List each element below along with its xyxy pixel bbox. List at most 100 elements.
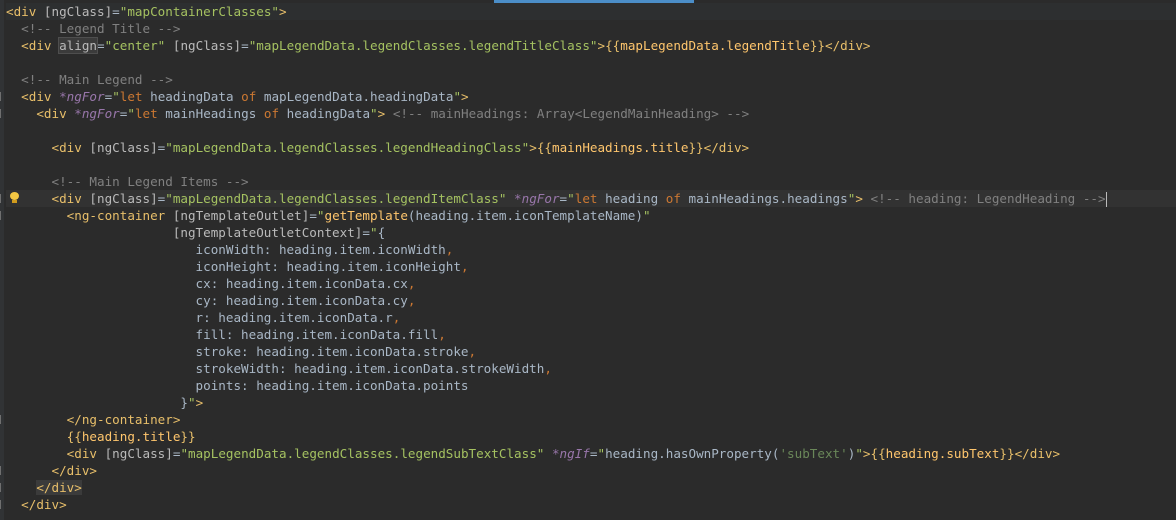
fold-marker-icon[interactable] (0, 415, 6, 425)
code-token: {{ (605, 38, 621, 53)
code-line[interactable]: [ngTemplateOutletContext]="{ (6, 224, 1176, 241)
code-token: , (407, 276, 416, 291)
code-line[interactable]: points: heading.item.iconData.points (6, 377, 1176, 394)
code-token: align (58, 37, 99, 54)
code-line[interactable]: {{heading.title}} (6, 428, 1176, 445)
code-line[interactable]: stroke: heading.item.iconData.stroke, (6, 343, 1176, 360)
code-token: *ngFor (59, 89, 105, 104)
code-token: heading.subText (885, 446, 1000, 461)
code-line[interactable]: <div [ngClass]="mapLegendData.legendClas… (6, 190, 1176, 207)
code-token: " (187, 395, 196, 410)
code-token: mainHeadings (165, 106, 264, 121)
code-line[interactable]: r: heading.item.iconData.r, (6, 309, 1176, 326)
code-token: <ng-container (66, 208, 173, 223)
code-token: , (544, 361, 552, 376)
code-token: cx: heading.item.iconData.cx (6, 276, 408, 291)
code-line[interactable]: </div> (6, 496, 1176, 513)
code-token: " (369, 225, 378, 240)
fold-marker-icon[interactable] (0, 194, 6, 204)
code-token: , (392, 310, 401, 325)
code-token: {{ (870, 446, 886, 461)
code-line[interactable]: <div align="center" [ngClass]="mapLegend… (6, 37, 1176, 54)
fold-marker-icon[interactable] (0, 92, 6, 102)
editor-gutter (0, 0, 4, 520)
code-token: of (263, 106, 287, 121)
code-token: heading.title (81, 429, 181, 444)
code-token: = (241, 38, 249, 53)
code-token: { (377, 225, 386, 240)
fold-marker-icon[interactable] (0, 109, 6, 119)
code-line[interactable]: iconHeight: heading.item.iconHeight, (6, 258, 1176, 275)
code-area[interactable]: <div [ngClass]="mapContainerClasses"> <!… (6, 3, 1176, 513)
code-token: [ngClass] (43, 4, 113, 19)
code-token: [ngClass] (104, 446, 173, 461)
code-token: mainHeadings.headings (688, 191, 848, 206)
code-token: points: heading.item.iconData.points (6, 378, 469, 393)
code-line[interactable]: </ng-container> (6, 411, 1176, 428)
code-line[interactable]: </div> (6, 479, 1176, 496)
code-line[interactable]: <ng-container [ngTemplateOutlet]="getTem… (6, 207, 1176, 224)
code-token: <!-- Main Legend --> (21, 72, 173, 87)
code-token: {{ (66, 429, 82, 444)
fold-marker-icon[interactable] (0, 483, 6, 493)
code-line[interactable]: </div> (6, 462, 1176, 479)
code-line[interactable] (6, 156, 1176, 173)
code-line[interactable] (6, 122, 1176, 139)
code-token: <div (51, 140, 90, 155)
code-token: = (309, 208, 317, 223)
code-token: <div (21, 38, 60, 53)
fold-marker-icon[interactable] (0, 466, 6, 476)
code-token: = (559, 191, 568, 206)
code-token: iconHeight: heading.item.iconHeight (6, 259, 461, 274)
code-line[interactable]: <!-- Main Legend --> (6, 71, 1176, 88)
code-line[interactable]: iconWidth: heading.item.iconWidth, (6, 241, 1176, 258)
code-token: {{ (536, 140, 552, 155)
fold-marker-icon[interactable] (0, 211, 6, 221)
code-token: [ngTemplateOutlet] (172, 208, 310, 223)
code-line[interactable]: <div *ngFor="let headingData of mapLegen… (6, 88, 1176, 105)
code-token: *ngFor (514, 191, 560, 206)
code-line[interactable]: <div [ngClass]="mapLegendData.legendClas… (6, 139, 1176, 156)
fold-marker-icon[interactable] (0, 500, 6, 510)
code-line[interactable]: fill: heading.item.iconData.fill, (6, 326, 1176, 343)
code-token: </div> (1014, 446, 1061, 461)
lightbulb-intention-icon[interactable] (9, 192, 20, 204)
code-token: > (529, 140, 537, 155)
code-token: let (134, 106, 166, 121)
code-token: " (370, 106, 378, 121)
code-line[interactable]: cy: heading.item.iconData.cy, (6, 292, 1176, 309)
code-token: "mapLegendData.legendClasses.legendTitle… (248, 38, 598, 53)
code-token: }} (999, 446, 1015, 461)
code-line[interactable]: <div [ngClass]="mapLegendData.legendClas… (6, 445, 1176, 462)
code-token: heading.hasOwnProperty( (605, 446, 780, 461)
code-token: <div (66, 446, 105, 461)
code-token: headingData (150, 89, 242, 104)
code-line[interactable]: cx: heading.item.iconData.cx, (6, 275, 1176, 292)
code-token: stroke: heading.item.iconData.stroke (6, 344, 469, 359)
code-line[interactable] (6, 54, 1176, 71)
code-token: [ngTemplateOutletContext] (172, 225, 363, 240)
code-token: headingData (286, 106, 371, 121)
code-token: }} (809, 38, 825, 53)
code-line[interactable]: <!-- Main Legend Items --> (6, 173, 1176, 190)
code-token: , (460, 259, 469, 274)
code-token: } (6, 395, 188, 410)
code-token: </div> (21, 497, 67, 512)
code-line[interactable]: strokeWidth: heading.item.iconData.strok… (6, 360, 1176, 377)
code-token: r: heading.item.iconData.r (6, 310, 393, 325)
code-token: > (855, 191, 863, 206)
code-token: </ng-container> (66, 412, 181, 427)
code-editor[interactable]: <div [ngClass]="mapContainerClasses"> <!… (0, 0, 1176, 520)
code-line[interactable]: <!-- Legend Title --> (6, 20, 1176, 37)
code-line[interactable]: <div [ngClass]="mapContainerClasses"> (6, 3, 1176, 20)
code-line[interactable]: }"> (6, 394, 1176, 411)
code-line[interactable]: <div *ngFor="let mainHeadings of heading… (6, 105, 1176, 122)
